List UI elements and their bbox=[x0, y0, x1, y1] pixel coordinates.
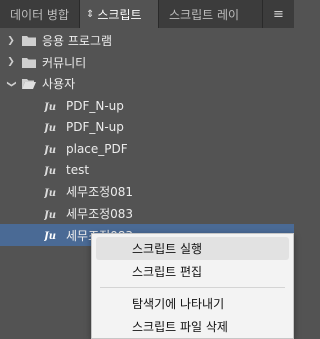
scripts-tree: ❯ 응용 프로그램 ❯ 커뮤니티 ❯ 사용자 Ju PDF_N-up Ju PD… bbox=[0, 30, 294, 246]
menu-item-label: 스크립트 파일 삭제 bbox=[132, 320, 228, 334]
script-item-label: 세무조정081 bbox=[66, 185, 134, 200]
script-file-icon: Ju bbox=[42, 228, 60, 242]
tab-scripts[interactable]: ⇕ 스크립트 bbox=[80, 0, 158, 28]
script-file-icon: Ju bbox=[42, 142, 60, 156]
chevron-right-icon[interactable]: ❯ bbox=[0, 36, 22, 46]
script-item-label: PDF_N-up bbox=[66, 120, 124, 135]
script-file-icon: Ju bbox=[42, 99, 60, 113]
tree-folder-label: 커뮤니티 bbox=[42, 55, 87, 70]
svg-text:Ju: Ju bbox=[44, 145, 56, 156]
tree-folder-applications[interactable]: ❯ 응용 프로그램 bbox=[0, 30, 294, 52]
folder-open-icon bbox=[22, 78, 36, 90]
menu-item-label: 스크립트 실행 bbox=[132, 242, 203, 256]
tab-data-merge-label: 데이터 병합 bbox=[9, 7, 69, 22]
menu-item-delete-script[interactable]: 스크립트 파일 삭제 bbox=[96, 315, 289, 338]
script-item[interactable]: Ju PDF_N-up bbox=[0, 116, 294, 138]
svg-text:Ju: Ju bbox=[44, 166, 56, 177]
svg-text:Ju: Ju bbox=[44, 231, 56, 242]
chevron-down-icon[interactable]: ❯ bbox=[6, 73, 16, 95]
script-item-label: place_PDF bbox=[66, 141, 128, 156]
updown-icon: ⇕ bbox=[86, 8, 95, 20]
tab-script-label-text: 스크립트 레이 bbox=[169, 7, 240, 22]
script-item-label: test bbox=[66, 163, 90, 178]
tab-script-label[interactable]: 스크립트 레이 bbox=[158, 0, 262, 28]
script-file-icon: Ju bbox=[42, 120, 60, 134]
script-item[interactable]: Ju 세무조정081 bbox=[0, 181, 294, 203]
script-item-label: PDF_N-up bbox=[66, 98, 124, 113]
panel-menu-button[interactable]: ≡ bbox=[262, 0, 294, 28]
menu-item-label: 탐색기에 나타내기 bbox=[132, 297, 225, 311]
tree-folder-user[interactable]: ❯ 사용자 bbox=[0, 73, 294, 95]
menu-item-reveal-in-explorer[interactable]: 탐색기에 나타내기 bbox=[96, 292, 289, 315]
menu-item-edit-script[interactable]: 스크립트 편집 bbox=[96, 260, 289, 283]
chevron-right-icon[interactable]: ❯ bbox=[0, 57, 22, 67]
svg-text:Ju: Ju bbox=[44, 188, 56, 199]
script-file-icon: Ju bbox=[42, 185, 60, 199]
script-item[interactable]: Ju test bbox=[0, 160, 294, 182]
tab-scripts-label: 스크립트 bbox=[97, 7, 142, 22]
menu-separator bbox=[100, 287, 285, 288]
tree-folder-community[interactable]: ❯ 커뮤니티 bbox=[0, 52, 294, 74]
context-menu: 스크립트 실행 스크립트 편집 탐색기에 나타내기 스크립트 파일 삭제 bbox=[91, 233, 294, 339]
script-item[interactable]: Ju PDF_N-up bbox=[0, 95, 294, 117]
svg-text:Ju: Ju bbox=[44, 210, 56, 221]
panel-tab-bar: 데이터 병합 ⇕ 스크립트 스크립트 레이 ≡ bbox=[0, 0, 294, 28]
folder-icon bbox=[22, 57, 36, 68]
script-item[interactable]: Ju 세무조정083 bbox=[0, 203, 294, 225]
script-file-icon: Ju bbox=[42, 207, 60, 221]
tree-folder-label: 응용 프로그램 bbox=[42, 34, 113, 49]
script-item-label: 세무조정083 bbox=[66, 207, 134, 222]
menu-item-label: 스크립트 편집 bbox=[132, 265, 203, 279]
tree-folder-label: 사용자 bbox=[42, 77, 76, 92]
tab-data-merge[interactable]: 데이터 병합 bbox=[0, 0, 80, 28]
script-file-icon: Ju bbox=[42, 163, 60, 177]
hamburger-icon: ≡ bbox=[273, 6, 284, 22]
svg-text:Ju: Ju bbox=[44, 123, 56, 134]
folder-icon bbox=[22, 35, 36, 47]
menu-item-run-script[interactable]: 스크립트 실행 bbox=[96, 237, 289, 260]
svg-text:Ju: Ju bbox=[44, 102, 56, 113]
script-item[interactable]: Ju place_PDF bbox=[0, 138, 294, 160]
